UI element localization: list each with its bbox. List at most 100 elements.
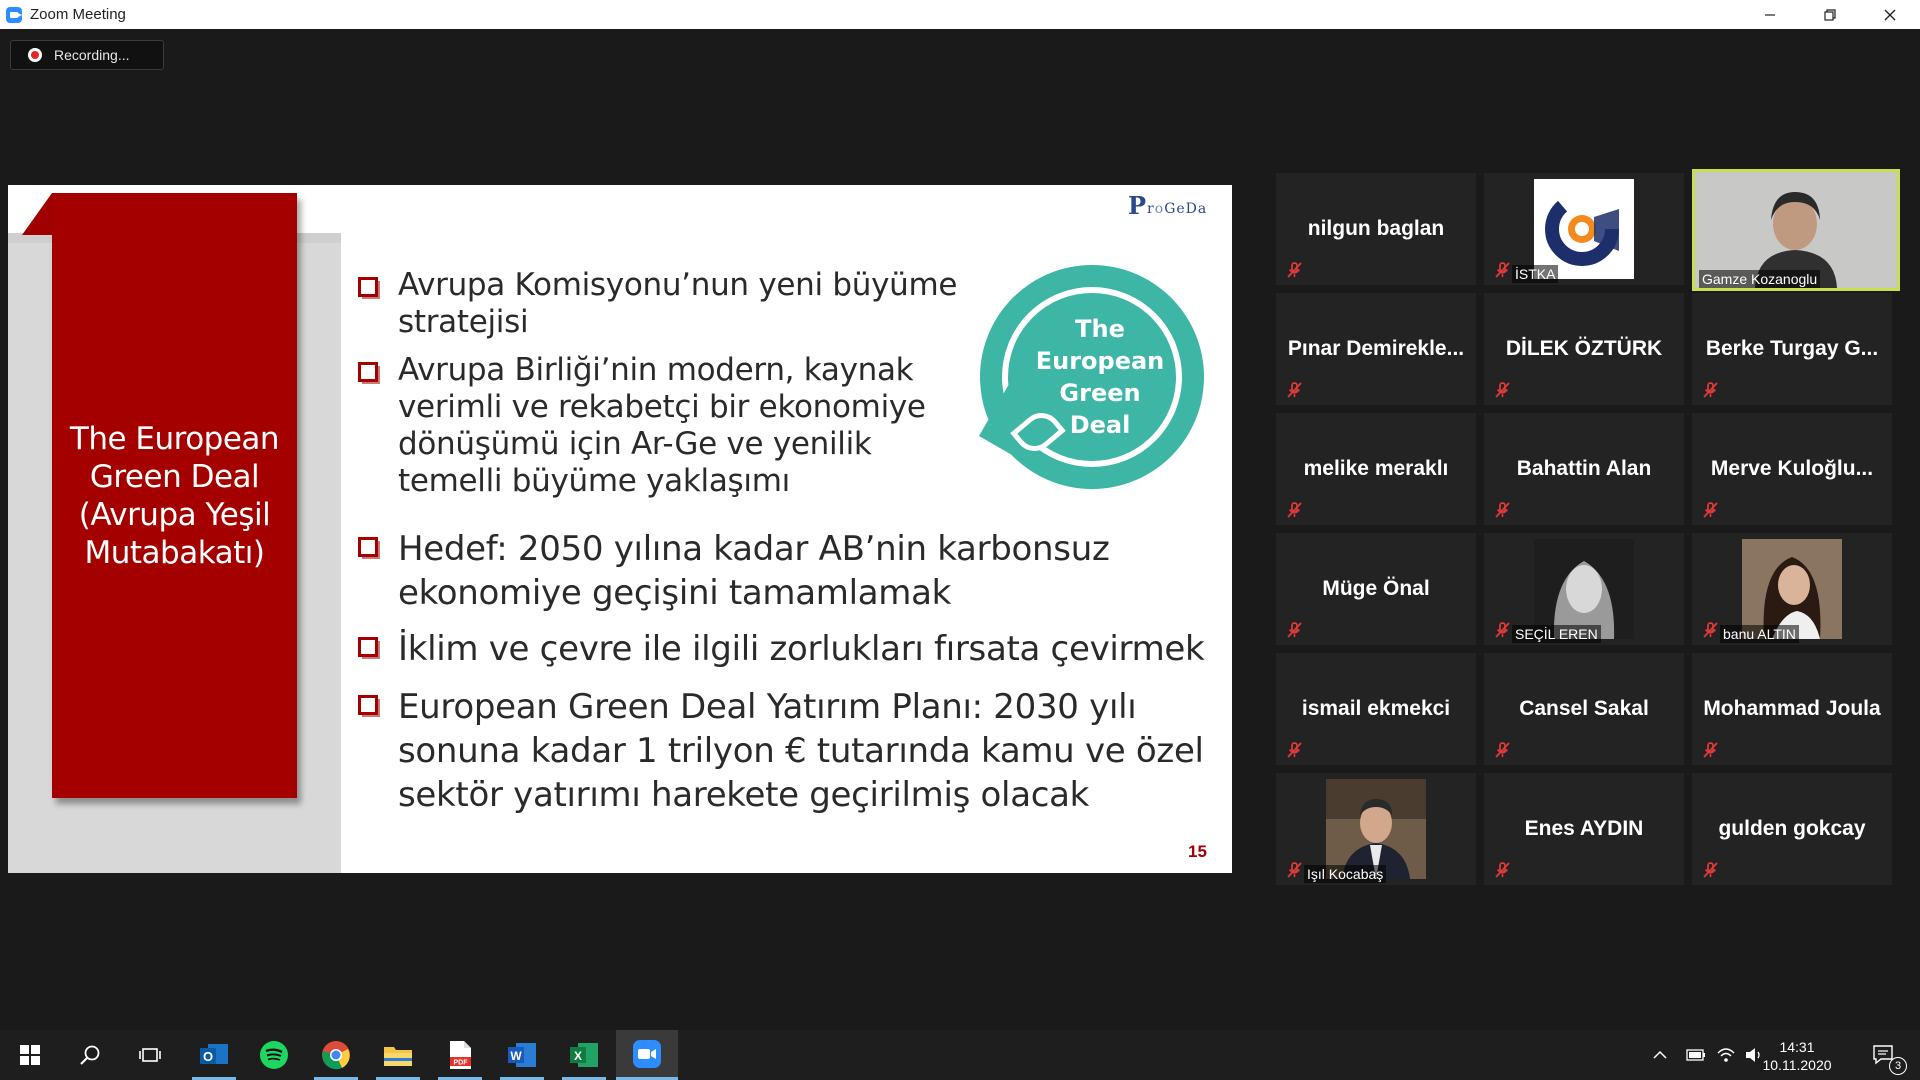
muted-mic-icon <box>1494 261 1512 279</box>
participant-tile[interactable]: gulden gokcay <box>1692 773 1892 885</box>
slide-side-title: The European Green Deal (Avrupa Yeşil Mu… <box>69 420 280 571</box>
muted-mic-icon <box>1494 741 1512 759</box>
zoom-icon <box>633 1039 661 1068</box>
bullet-square-icon <box>358 637 378 657</box>
bullet-text: İklim ve çevre ile ilgili zorlukları fır… <box>398 629 1205 669</box>
bullet-item: Hedef: 2050 yılına kadar AB’nin karbonsu… <box>358 527 1110 615</box>
participant-tile[interactable]: Mohammad Joula <box>1692 653 1892 765</box>
participant-tile[interactable]: SEÇİL EREN <box>1484 533 1684 645</box>
muted-mic-icon <box>1286 501 1304 519</box>
task-view-icon <box>139 1048 161 1062</box>
bullet-square-icon <box>358 695 378 715</box>
bullet-square-icon <box>358 362 378 382</box>
outlook-app[interactable]: O <box>184 1030 244 1080</box>
participant-tile[interactable]: Müge Önal <box>1276 533 1476 645</box>
start-button[interactable] <box>0 1030 60 1080</box>
participant-photo <box>1742 539 1842 639</box>
muted-mic-icon <box>1286 861 1304 879</box>
restore-icon <box>1824 8 1836 21</box>
excel-app[interactable]: X <box>554 1030 614 1080</box>
participant-name: Pınar Demirekle... <box>1287 337 1465 360</box>
svg-text:X: X <box>574 1049 582 1063</box>
word-app[interactable]: W <box>492 1030 552 1080</box>
spotify-icon <box>260 1041 288 1069</box>
participant-tile[interactable]: Berke Turgay G... <box>1692 293 1892 405</box>
svg-text:PDF: PDF <box>454 1060 469 1067</box>
clock-date: 10.11.2020 <box>1762 1057 1832 1073</box>
excel-icon: X <box>570 1043 598 1067</box>
participant-name: İSTKA <box>1512 265 1559 283</box>
action-center-button[interactable]: 3 <box>1856 1030 1912 1080</box>
svg-text:O: O <box>203 1049 213 1064</box>
participant-tile[interactable]: Pınar Demirekle... <box>1276 293 1476 405</box>
muted-mic-icon <box>1494 501 1512 519</box>
title-bar: Zoom Meeting <box>0 0 1920 29</box>
muted-mic-icon <box>1702 381 1720 399</box>
participant-tile[interactable]: Cansel Sakal <box>1484 653 1684 765</box>
participant-tile[interactable]: DİLEK ÖZTÜRK <box>1484 293 1684 405</box>
participant-name: Işıl Kocabaş <box>1304 865 1387 883</box>
restore-button[interactable] <box>1800 0 1860 29</box>
record-icon <box>28 48 42 62</box>
search-icon <box>80 1045 100 1065</box>
muted-mic-icon <box>1702 501 1720 519</box>
spotify-app[interactable] <box>244 1030 304 1080</box>
participant-tile[interactable]: Bahattin Alan <box>1484 413 1684 525</box>
file-explorer-app[interactable] <box>368 1030 428 1080</box>
participant-tile[interactable]: Işıl Kocabaş <box>1276 773 1476 885</box>
task-view-button[interactable] <box>120 1030 180 1080</box>
muted-mic-icon <box>1286 261 1304 279</box>
word-icon: W <box>508 1043 536 1067</box>
bullet-text: European Green Deal Yatırım Planı: 2030 … <box>398 687 1204 815</box>
taskbar-clock[interactable]: 14:31 10.11.2020 <box>1752 1038 1842 1074</box>
close-button[interactable] <box>1860 0 1920 29</box>
window-title: Zoom Meeting <box>30 6 126 23</box>
pdf-icon: PDF <box>450 1041 471 1069</box>
participant-name: Müge Önal <box>1322 577 1430 600</box>
chrome-icon <box>322 1041 350 1070</box>
start-icon <box>20 1045 40 1065</box>
bullet-item: İklim ve çevre ile ilgili zorlukları fır… <box>358 627 1205 671</box>
system-tray <box>1652 1030 1764 1080</box>
recording-indicator[interactable]: Recording... <box>10 40 164 70</box>
participant-name: gulden gokcay <box>1718 817 1866 840</box>
close-icon <box>1884 9 1896 20</box>
muted-mic-icon <box>1494 381 1512 399</box>
participant-tile[interactable]: Enes AYDIN <box>1484 773 1684 885</box>
bullet-text: Avrupa Birliği’nin modern, kaynak verimli… <box>398 352 926 499</box>
participant-tile[interactable]: İSTKA <box>1484 173 1684 285</box>
active-speaker-tile[interactable]: Gamze Kozanoglu <box>1692 169 1900 291</box>
muted-mic-icon <box>1286 381 1304 399</box>
participant-name: Gamze Kozanoglu <box>1699 270 1821 288</box>
wifi-icon[interactable] <box>1716 1046 1736 1064</box>
pdf-app[interactable]: PDF <box>430 1030 490 1080</box>
file-explorer-icon <box>384 1047 412 1066</box>
participant-tile[interactable]: melike meraklı <box>1276 413 1476 525</box>
participant-tile[interactable]: banu ALTIN <box>1692 533 1892 645</box>
battery-icon[interactable] <box>1686 1048 1706 1062</box>
chevron-up-icon[interactable] <box>1652 1047 1668 1063</box>
bullet-item: European Green Deal Yatırım Planı: 2030 … <box>358 685 1204 817</box>
bullet-square-icon <box>358 277 378 297</box>
participant-name: Merve Kuloğlu... <box>1710 457 1874 480</box>
participant-name: banu ALTIN <box>1720 625 1799 643</box>
chrome-app[interactable] <box>306 1030 366 1080</box>
participant-tile[interactable]: nilgun baglan <box>1276 173 1476 285</box>
istka-logo <box>1534 179 1634 279</box>
participant-name: nilgun baglan <box>1307 217 1445 240</box>
bullet-item: Avrupa Komisyonu’nun yeni büyüme strateji… <box>358 267 957 341</box>
slide-corner-accent <box>22 193 52 235</box>
participant-tile[interactable]: ismail ekmekci <box>1276 653 1476 765</box>
participant-tile[interactable]: Merve Kuloğlu... <box>1692 413 1892 525</box>
zoom-app[interactable] <box>616 1030 678 1080</box>
participant-photo <box>1326 779 1426 879</box>
muted-mic-icon <box>1702 621 1720 639</box>
minimize-icon <box>1765 13 1775 16</box>
search-button[interactable] <box>60 1030 120 1080</box>
participant-name: DİLEK ÖZTÜRK <box>1505 337 1663 360</box>
svg-text:W: W <box>510 1049 522 1063</box>
slide-title-panel: The European Green Deal (Avrupa Yeşil Mu… <box>52 193 297 798</box>
minimize-button[interactable] <box>1740 0 1800 29</box>
clock-time: 14:31 <box>1779 1039 1815 1055</box>
participant-name: Bahattin Alan <box>1516 457 1652 480</box>
